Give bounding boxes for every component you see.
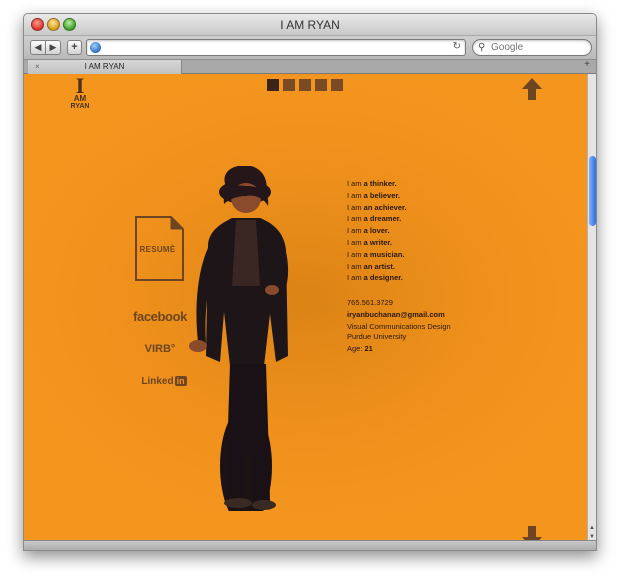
bio-line: I am a dreamer. — [347, 214, 402, 224]
bio-line: I am a musician. — [347, 249, 405, 259]
resume-label[interactable]: RESUMÈ — [135, 245, 180, 254]
contact-info: 765.561.3729 iryanbuchanan@gmail.com Vis… — [347, 298, 477, 354]
tab-label: I AM RYAN — [84, 62, 125, 71]
pager-dot-5[interactable] — [331, 79, 343, 91]
status-bar — [24, 540, 596, 550]
bio-line: I am a thinker. — [347, 179, 397, 188]
bio-line: I am a writer. — [347, 237, 393, 247]
reload-icon[interactable]: ↻ — [453, 41, 461, 52]
bio-line: I am an artist. — [347, 261, 395, 271]
browser-window: I AM RYAN ◀ ▶ + ↻ ⚲ × I AM RYAN + I AM R… — [23, 13, 597, 551]
logo-line-1: I — [75, 74, 85, 98]
page-viewport: I AM RYAN RESUMÈ facebook VIRB° Linked in — [24, 74, 589, 542]
phone-number: 765.561.3729 — [347, 298, 393, 307]
search-bar: ⚲ — [472, 39, 592, 56]
arrow-up-icon[interactable] — [522, 78, 542, 100]
window-title: I AM RYAN — [280, 18, 340, 32]
tab-close-icon[interactable]: × — [35, 60, 40, 74]
new-tab-button[interactable]: + — [584, 59, 590, 70]
vertical-scrollbar[interactable]: ▲ ▼ — [587, 74, 596, 542]
program-name: Visual Communications Design — [347, 322, 451, 331]
age: Age: 21 — [347, 344, 373, 353]
scrollbar-thumb[interactable] — [589, 156, 596, 226]
bio-line: I am a lover. — [347, 226, 390, 236]
school-name: Purdue University — [347, 332, 407, 341]
title-bar: I AM RYAN — [24, 14, 596, 36]
bio-line: I am an achiever. — [347, 202, 407, 212]
globe-icon — [90, 42, 101, 53]
linkedin-text: Linked — [141, 376, 174, 387]
bio-line: I am a designer. — [347, 273, 403, 283]
tab-i-am-ryan[interactable]: × I AM RYAN — [28, 60, 182, 74]
logo-line-2: AM — [73, 94, 87, 103]
tab-bar: × I AM RYAN + — [24, 59, 596, 74]
pager-dot-2[interactable] — [283, 79, 295, 91]
pager-dot-3[interactable] — [299, 79, 311, 91]
ryan-photo — [189, 166, 289, 511]
bio-line: I am a believer. — [347, 190, 400, 200]
site-logo[interactable]: I AM RYAN — [68, 74, 92, 111]
forward-button[interactable]: ▶ — [45, 40, 61, 55]
pager-dot-4[interactable] — [315, 79, 327, 91]
email-link[interactable]: iryanbuchanan@gmail.com — [347, 310, 477, 320]
scroll-up-icon[interactable]: ▲ — [589, 525, 595, 531]
browser-toolbar: ◀ ▶ + ↻ ⚲ — [24, 36, 596, 60]
back-button[interactable]: ◀ — [30, 40, 46, 55]
virb-link[interactable]: VIRB° — [142, 343, 178, 355]
pager-dot-1[interactable] — [267, 79, 279, 91]
facebook-link[interactable]: facebook — [132, 309, 188, 324]
logo-line-3: RYAN — [70, 103, 90, 110]
bio-list: I am a thinker. I am a believer. I am an… — [347, 178, 477, 284]
search-icon: ⚲ — [478, 42, 486, 53]
search-input[interactable] — [491, 41, 586, 54]
add-bookmark-button[interactable]: + — [67, 40, 82, 55]
url-input[interactable] — [104, 41, 444, 54]
address-bar: ↻ — [86, 39, 466, 56]
